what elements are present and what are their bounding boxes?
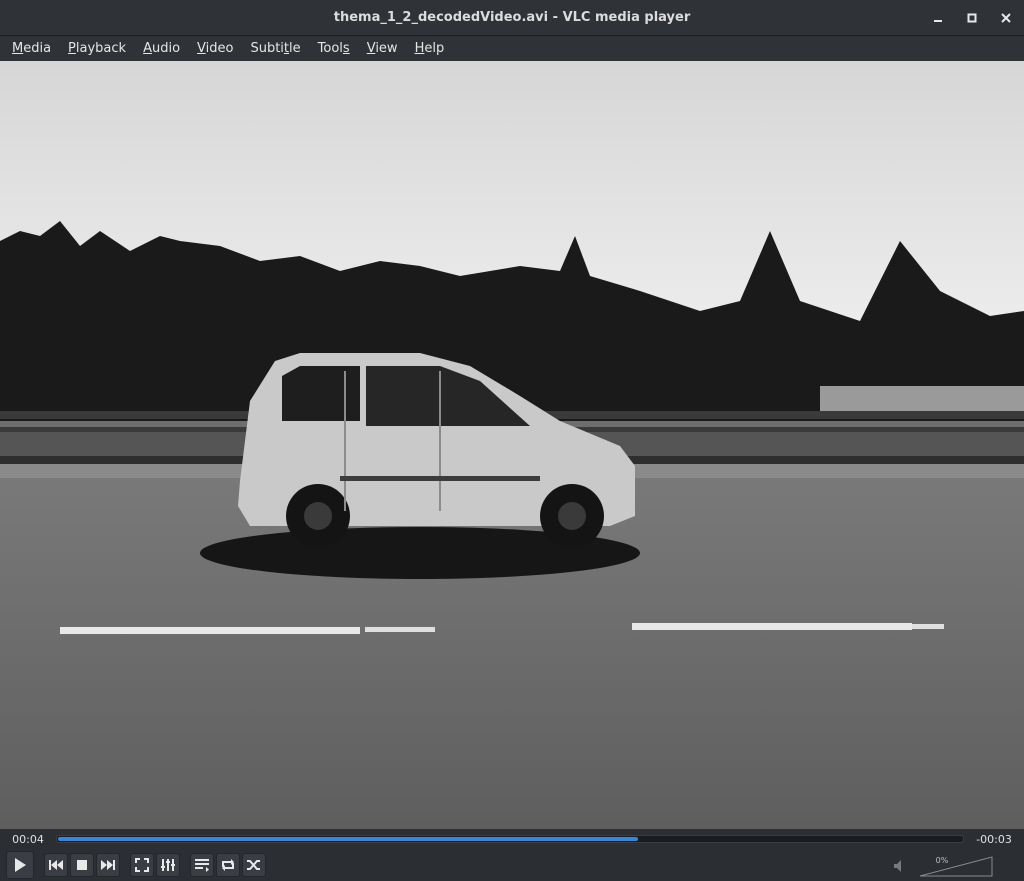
- menu-audio[interactable]: Audio: [135, 37, 189, 61]
- window-controls: [928, 0, 1016, 36]
- seek-row: 00:04 -00:03: [0, 829, 1024, 849]
- menu-media[interactable]: Media: [4, 37, 60, 61]
- menu-view[interactable]: View: [359, 37, 407, 61]
- menu-tools[interactable]: Tools: [310, 37, 359, 61]
- stop-icon: [77, 860, 87, 870]
- play-icon: [15, 858, 26, 872]
- title-bar: thema_1_2_decodedVideo.avi - VLC media p…: [0, 0, 1024, 36]
- menu-video[interactable]: Video: [189, 37, 242, 61]
- maximize-icon: [967, 13, 977, 23]
- video-scene: [0, 61, 1024, 829]
- menu-subtitle[interactable]: Subtitle: [242, 37, 309, 61]
- shuffle-button[interactable]: [242, 853, 266, 877]
- maximize-button[interactable]: [962, 8, 982, 28]
- next-icon: [101, 860, 115, 870]
- close-icon: [1001, 13, 1011, 23]
- previous-icon: [49, 860, 63, 870]
- next-button[interactable]: [96, 853, 120, 877]
- loop-icon: [222, 859, 234, 871]
- equalizer-icon: [161, 859, 175, 871]
- play-button[interactable]: [6, 851, 34, 879]
- stop-button[interactable]: [70, 853, 94, 877]
- shuffle-icon: [247, 860, 260, 870]
- extended-settings-button[interactable]: [156, 853, 180, 877]
- seek-slider[interactable]: [56, 835, 964, 843]
- menu-playback[interactable]: Playback: [60, 37, 135, 61]
- video-frame[interactable]: [0, 61, 1024, 829]
- playlist-button[interactable]: [190, 853, 214, 877]
- menu-help[interactable]: Help: [407, 37, 454, 61]
- menu-bar: Media Playback Audio Video Subtitle Tool…: [0, 37, 1024, 61]
- minimize-icon: [934, 20, 942, 22]
- previous-button[interactable]: [44, 853, 68, 877]
- playlist-icon: [195, 859, 209, 872]
- remaining-time[interactable]: -00:03: [964, 833, 1024, 846]
- minimize-button[interactable]: [928, 8, 948, 28]
- loop-button[interactable]: [216, 853, 240, 877]
- fullscreen-button[interactable]: [130, 853, 154, 877]
- control-bar: 0%: [0, 849, 1024, 881]
- close-button[interactable]: [996, 8, 1016, 28]
- volume-control[interactable]: 0%: [892, 854, 1002, 878]
- window-title: thema_1_2_decodedVideo.avi - VLC media p…: [333, 10, 691, 25]
- fullscreen-icon: [135, 858, 149, 872]
- seek-progress: [58, 837, 638, 841]
- elapsed-time: 00:04: [12, 832, 44, 846]
- volume-percent: 0%: [935, 856, 949, 865]
